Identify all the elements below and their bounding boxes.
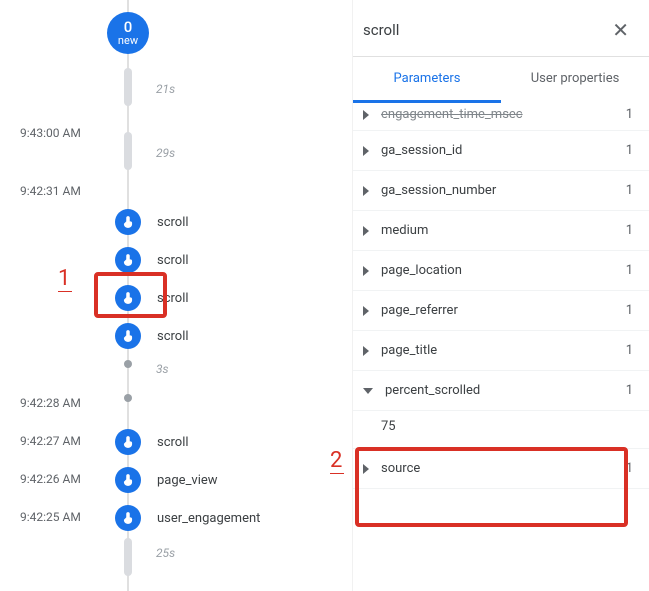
chevron-right-icon bbox=[363, 186, 369, 196]
event-scroll[interactable]: scroll bbox=[115, 284, 189, 312]
detail-header: scroll ✕ bbox=[353, 0, 649, 56]
event-label: scroll bbox=[157, 291, 189, 306]
param-name: page_title bbox=[381, 343, 626, 358]
param-name: ga_session_id bbox=[381, 143, 626, 158]
close-icon[interactable]: ✕ bbox=[608, 14, 633, 46]
event-scroll[interactable]: scroll bbox=[115, 246, 189, 274]
touch-icon bbox=[115, 285, 141, 311]
gap-duration: 29s bbox=[156, 146, 175, 160]
chevron-right-icon bbox=[363, 464, 369, 474]
timestamp: 9:43:00 AM bbox=[20, 126, 81, 140]
param-count: 1 bbox=[626, 107, 633, 122]
event-user-engagement[interactable]: user_engagement bbox=[115, 504, 260, 532]
gap-bar bbox=[124, 538, 132, 576]
chevron-right-icon bbox=[363, 110, 369, 120]
param-count: 1 bbox=[626, 223, 633, 238]
timeline-dot bbox=[124, 394, 132, 402]
param-name: engagement_time_msec bbox=[381, 107, 626, 122]
param-row[interactable]: page_location 1 bbox=[353, 251, 649, 291]
param-row-percent-scrolled[interactable]: percent_scrolled 1 bbox=[353, 371, 649, 411]
event-label: page_view bbox=[157, 473, 218, 488]
param-count: 1 bbox=[626, 343, 633, 358]
touch-icon bbox=[115, 247, 141, 273]
touch-icon bbox=[115, 467, 141, 493]
event-label: scroll bbox=[157, 435, 189, 450]
touch-icon bbox=[115, 323, 141, 349]
detail-title: scroll bbox=[363, 21, 399, 39]
event-label: user_engagement bbox=[157, 511, 260, 526]
parameters-list[interactable]: engagement_time_msec 1 ga_session_id 1 g… bbox=[353, 103, 649, 591]
param-name: medium bbox=[381, 223, 626, 238]
timestamp: 9:42:25 AM bbox=[20, 510, 81, 524]
param-count: 1 bbox=[626, 143, 633, 158]
param-row[interactable]: medium 1 bbox=[353, 211, 649, 251]
gap-duration: 25s bbox=[156, 546, 175, 560]
event-scroll[interactable]: scroll bbox=[115, 208, 189, 236]
gap-bar bbox=[124, 132, 132, 170]
param-count: 1 bbox=[626, 461, 633, 476]
param-name: ga_session_number bbox=[381, 183, 626, 198]
param-row[interactable]: page_title 1 bbox=[353, 331, 649, 371]
timestamp: 9:42:31 AM bbox=[20, 184, 81, 198]
event-label: scroll bbox=[157, 215, 189, 230]
param-name: source bbox=[381, 461, 626, 476]
chevron-right-icon bbox=[363, 146, 369, 156]
new-label: new bbox=[118, 35, 138, 47]
touch-icon bbox=[115, 429, 141, 455]
event-scroll[interactable]: scroll bbox=[115, 322, 189, 350]
gap-duration: 21s bbox=[156, 82, 175, 96]
chevron-down-icon bbox=[363, 388, 373, 394]
param-row[interactable]: ga_session_id 1 bbox=[353, 131, 649, 171]
timestamp: 9:42:27 AM bbox=[20, 434, 81, 448]
param-name: page_referrer bbox=[381, 303, 626, 318]
param-value: 75 bbox=[353, 411, 649, 449]
touch-icon bbox=[115, 505, 141, 531]
param-count: 1 bbox=[626, 303, 633, 318]
gap-duration: 3s bbox=[156, 362, 169, 376]
timeline-panel: 0 new 9:43:00 AM 9:42:31 AM 9:42:28 AM 9… bbox=[0, 0, 352, 591]
event-scroll[interactable]: scroll bbox=[115, 428, 189, 456]
chevron-right-icon bbox=[363, 306, 369, 316]
event-label: scroll bbox=[157, 253, 189, 268]
new-events-badge[interactable]: 0 new bbox=[107, 12, 149, 54]
timestamp: 9:42:28 AM bbox=[20, 396, 81, 410]
chevron-right-icon bbox=[363, 346, 369, 356]
new-count: 0 bbox=[124, 19, 133, 36]
chevron-right-icon bbox=[363, 226, 369, 236]
param-row[interactable]: source 1 bbox=[353, 449, 649, 489]
param-name: percent_scrolled bbox=[385, 383, 626, 398]
timeline-dot bbox=[124, 360, 132, 368]
tabs: Parameters User properties bbox=[353, 57, 649, 103]
tab-parameters[interactable]: Parameters bbox=[353, 57, 501, 103]
param-name: page_location bbox=[381, 263, 626, 278]
chevron-right-icon bbox=[363, 266, 369, 276]
gap-bar bbox=[124, 68, 132, 106]
timestamp: 9:42:26 AM bbox=[20, 472, 81, 486]
event-page-view[interactable]: page_view bbox=[115, 466, 218, 494]
touch-icon bbox=[115, 209, 141, 235]
param-count: 1 bbox=[626, 263, 633, 278]
param-count: 1 bbox=[626, 183, 633, 198]
event-label: scroll bbox=[157, 329, 189, 344]
tab-user-properties[interactable]: User properties bbox=[501, 57, 649, 103]
param-row[interactable]: engagement_time_msec 1 bbox=[353, 103, 649, 131]
event-detail-panel: scroll ✕ Parameters User properties enga… bbox=[352, 0, 649, 591]
param-row[interactable]: page_referrer 1 bbox=[353, 291, 649, 331]
param-row[interactable]: ga_session_number 1 bbox=[353, 171, 649, 211]
param-count: 1 bbox=[626, 383, 633, 398]
